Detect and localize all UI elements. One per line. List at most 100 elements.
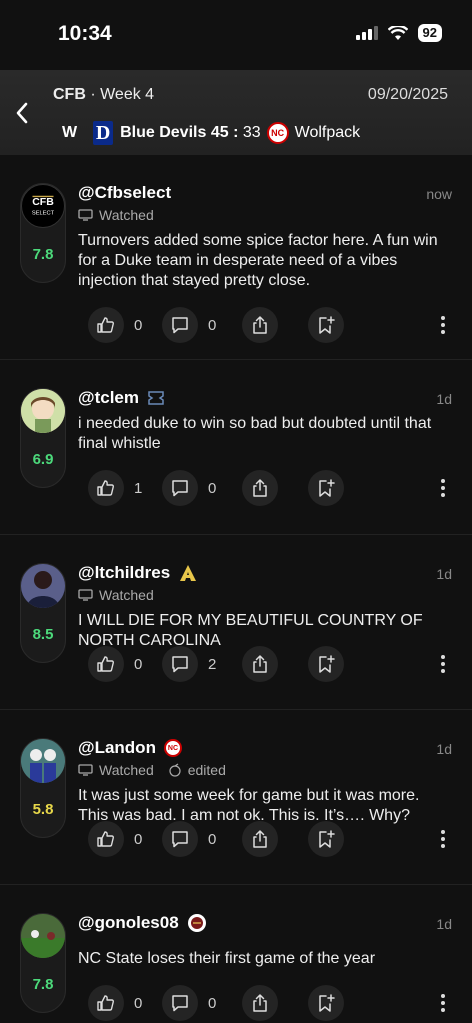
away-team: Wolfpack <box>294 124 361 141</box>
week-label: Week 4 <box>100 86 155 103</box>
rating-score: 7.8 <box>32 246 54 263</box>
review-text: It was just some week for game but it wa… <box>78 787 420 824</box>
like-button[interactable] <box>88 821 124 857</box>
thumbs-up-icon <box>97 480 114 496</box>
username[interactable]: @tclem <box>78 388 165 408</box>
review-feed: CFB SELECT 7.8 @Cfbselect now Watched Tu… <box>0 155 472 1023</box>
action-row: 1 0 <box>88 470 448 506</box>
back-button[interactable] <box>10 98 34 128</box>
share-icon <box>253 655 267 673</box>
bookmark-button[interactable] <box>308 646 344 682</box>
wifi-icon <box>387 25 408 40</box>
like-count: 0 <box>134 994 143 1012</box>
review-card[interactable]: 5.8 @Landon NC 1d Watched edited It was … <box>0 710 472 885</box>
thumbs-up-icon <box>97 831 114 847</box>
more-options-button[interactable] <box>438 479 448 497</box>
post-timestamp: 1d <box>436 916 452 932</box>
edited-icon <box>169 763 181 777</box>
watched-label: Watched <box>78 587 154 603</box>
watched-label: Watched <box>78 207 154 223</box>
thumbs-up-icon <box>97 656 114 672</box>
watched-text: Watched <box>99 587 154 603</box>
home-team: Blue Devils <box>120 124 207 141</box>
review-card[interactable]: 8.5 @ltchildres 1d Watched I WILL DIE FO… <box>0 535 472 710</box>
share-button[interactable] <box>242 821 278 857</box>
bookmark-add-icon <box>319 994 335 1012</box>
review-text: i needed duke to win so bad but doubted … <box>78 415 432 452</box>
rating-score: 6.9 <box>32 451 54 468</box>
share-button[interactable] <box>242 985 278 1021</box>
avatar[interactable] <box>21 564 65 608</box>
bookmark-button[interactable] <box>308 985 344 1021</box>
comment-button[interactable] <box>162 646 198 682</box>
share-button[interactable] <box>242 646 278 682</box>
team-badge-icon <box>180 565 197 581</box>
post-timestamp: 1d <box>436 566 452 582</box>
like-button[interactable] <box>88 470 124 506</box>
bookmark-button[interactable] <box>308 470 344 506</box>
score-pill: 5.8 <box>20 738 66 838</box>
username[interactable]: @Landon NC <box>78 738 182 758</box>
user-photo-icon <box>21 564 65 608</box>
action-row: 0 0 <box>88 307 448 343</box>
more-options-button[interactable] <box>438 655 448 673</box>
username-text[interactable]: @ltchildres <box>78 563 170 583</box>
bookmark-button[interactable] <box>308 307 344 343</box>
comment-button[interactable] <box>162 821 198 857</box>
username-text[interactable]: @tclem <box>78 388 139 408</box>
bookmark-add-icon <box>319 316 335 334</box>
like-count: 0 <box>134 830 143 848</box>
like-count: 0 <box>134 316 143 334</box>
username[interactable]: @Cfbselect <box>78 183 171 203</box>
wolfpack-logo-icon: NC <box>266 122 289 144</box>
game-date: 09/20/2025 <box>367 86 448 103</box>
post-timestamp: 1d <box>436 741 452 757</box>
action-row: 0 0 <box>88 985 448 1021</box>
watched-text: Watched <box>99 762 154 778</box>
league-week: CFB · Week 4 <box>53 86 155 103</box>
share-icon <box>253 994 267 1012</box>
svg-text:CFB: CFB <box>32 196 54 208</box>
bookmark-button[interactable] <box>308 821 344 857</box>
username[interactable]: @ltchildres <box>78 563 198 583</box>
share-button[interactable] <box>242 307 278 343</box>
like-button[interactable] <box>88 307 124 343</box>
avatar[interactable] <box>21 739 65 783</box>
comment-count: 0 <box>208 830 217 848</box>
game-header: CFB · Week 4 09/20/2025 W D Blue Devils … <box>0 70 472 155</box>
like-button[interactable] <box>88 985 124 1021</box>
comment-count: 0 <box>208 316 217 334</box>
post-timestamp: now <box>426 186 452 202</box>
comment-button[interactable] <box>162 985 198 1021</box>
review-card[interactable]: CFB SELECT 7.8 @Cfbselect now Watched Tu… <box>0 155 472 360</box>
avatar[interactable] <box>21 389 65 433</box>
comment-count: 0 <box>208 994 217 1012</box>
review-text: NC State loses their first game of the y… <box>78 950 376 967</box>
comment-button[interactable] <box>162 307 198 343</box>
wolfpack-badge-icon: NC <box>163 739 182 757</box>
like-count: 1 <box>134 479 143 497</box>
comment-button[interactable] <box>162 470 198 506</box>
username[interactable]: @gonoles08 <box>78 913 207 933</box>
username-text[interactable]: @Landon <box>78 738 156 758</box>
username-text[interactable]: @Cfbselect <box>78 183 171 203</box>
anime-avatar-icon <box>21 389 65 433</box>
username-text[interactable]: @gonoles08 <box>78 913 179 933</box>
more-options-button[interactable] <box>438 316 448 334</box>
avatar[interactable] <box>21 914 65 958</box>
bookmark-add-icon <box>319 479 335 497</box>
like-button[interactable] <box>88 646 124 682</box>
review-card[interactable]: 6.9 @tclem 1d i needed duke to win so ba… <box>0 360 472 535</box>
tv-icon <box>78 589 93 601</box>
bookmark-add-icon <box>319 830 335 848</box>
score-separator: : <box>233 124 239 141</box>
score-pill: 6.9 <box>20 388 66 488</box>
review-text: I WILL DIE FOR MY BEAUTIFUL COUNTRY OF N… <box>78 612 423 649</box>
review-card[interactable]: 7.8 @gonoles08 1d NC State loses their f… <box>0 885 472 1023</box>
duke-logo-icon: D <box>93 121 114 145</box>
comment-icon <box>172 317 188 334</box>
share-button[interactable] <box>242 470 278 506</box>
more-options-button[interactable] <box>438 994 448 1012</box>
avatar[interactable]: CFB SELECT <box>21 184 65 228</box>
more-options-button[interactable] <box>438 830 448 848</box>
